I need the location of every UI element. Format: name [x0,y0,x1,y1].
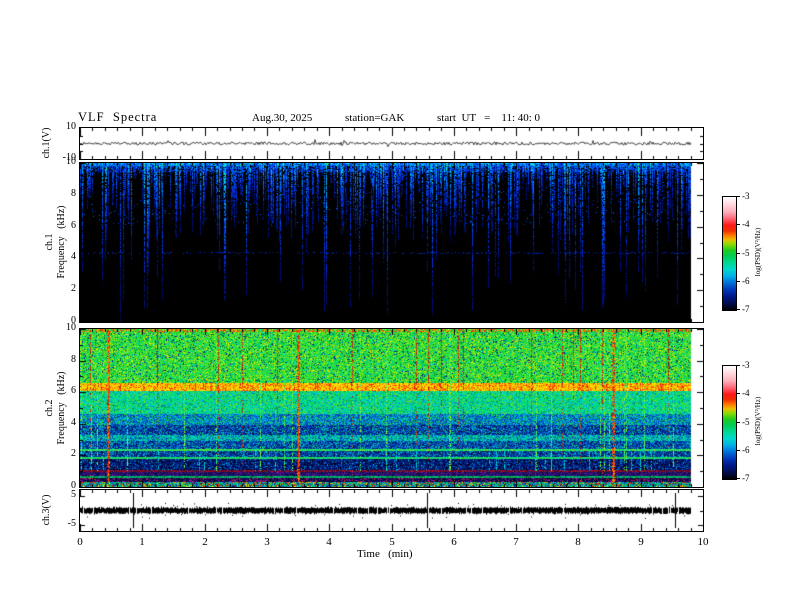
x-tick-label: 4 [326,536,332,548]
ch1-spectrogram-canvas [80,163,703,322]
colorbar-tick-mark [736,309,740,310]
ch1-axis-unit: Frequency (kHz) [56,205,67,279]
plot-title: VLF Spectra [78,110,158,124]
y-tick-label: 8 [71,188,76,199]
ch1-voltage-canvas [80,128,703,159]
x-tick-label: 3 [264,536,270,548]
vlf-spectra-figure: VLF Spectra Aug.30, 2025 station=GAK sta… [0,0,792,612]
ch2-frequency-axis-label: ch.2 Frequency (kHz) [44,371,68,444]
colorbar-tick-mark [736,422,740,423]
y-tick-label: 4 [71,251,76,262]
x-tick-label: 10 [697,536,709,548]
colorbar-tick-mark [736,281,740,282]
ch3-voltage-panel [79,489,704,532]
y-tick-label: 10 [66,322,76,333]
colorbar-tick-mark [736,253,740,254]
ch2-axis-unit: Frequency (kHz) [56,371,67,445]
y-tick-label: 6 [71,385,76,396]
ch1-axis-channel: ch.1 [44,233,55,251]
x-axis-label: Time (min) [357,548,413,560]
plot-start-ut: start UT = 11: 40: 0 [437,112,541,124]
ch1-voltage-panel [79,127,704,160]
x-tick-label: 2 [202,536,208,548]
colorbar-ch1 [722,196,737,311]
colorbar-ch1-label: log(PSD)(V²/Hz) [754,227,762,277]
colorbar-tick-label: -4 [742,219,750,229]
y-tick-label: 5 [71,489,76,500]
y-tick-label: 6 [71,220,76,231]
colorbar-tick-label: -3 [742,360,750,370]
y-tick-label: 10 [66,121,76,132]
colorbar-tick-label: -6 [742,276,750,286]
x-tick-label: 9 [638,536,644,548]
colorbar-tick-mark [736,196,740,197]
ch1-frequency-axis-label: ch.1 Frequency (kHz) [44,205,68,278]
colorbar-ch2-label: log(PSD)(V²/Hz) [754,396,762,446]
x-tick-label: 8 [575,536,581,548]
colorbar-tick-label: -3 [742,191,750,201]
plot-date: Aug.30, 2025 [252,112,313,124]
colorbar-tick-label: -5 [742,417,750,427]
ch2-axis-channel: ch.2 [44,399,55,417]
colorbar-tick-mark [736,450,740,451]
colorbar-tick-label: -4 [742,388,750,398]
y-tick-label: 2 [71,283,76,294]
colorbar-tick-mark [736,393,740,394]
x-tick-label: 0 [77,536,83,548]
y-tick-label: 2 [71,448,76,459]
ch1-spectrogram-panel [79,162,704,323]
colorbar-tick-label: -7 [742,304,750,314]
x-tick-label: 1 [139,536,145,548]
plot-station: station=GAK [345,112,405,124]
x-tick-label: 7 [513,536,519,548]
ch2-spectrogram-panel [79,328,704,488]
colorbar-tick-mark [736,478,740,479]
colorbar-tick-label: -7 [742,473,750,483]
y-tick-label: -5 [67,518,76,529]
y-tick-label: 8 [71,354,76,365]
colorbar-tick-mark [736,224,740,225]
y-tick-label: 4 [71,417,76,428]
y-tick-label: 10 [66,156,76,167]
ch2-spectrogram-canvas [80,329,703,487]
ch3-voltage-canvas [80,490,703,531]
colorbar-tick-label: -6 [742,445,750,455]
x-tick-label: 6 [451,536,457,548]
colorbar-tick-mark [736,365,740,366]
colorbar-tick-label: -5 [742,248,750,258]
colorbar-ch2 [722,365,737,480]
x-tick-label: 5 [389,536,395,548]
